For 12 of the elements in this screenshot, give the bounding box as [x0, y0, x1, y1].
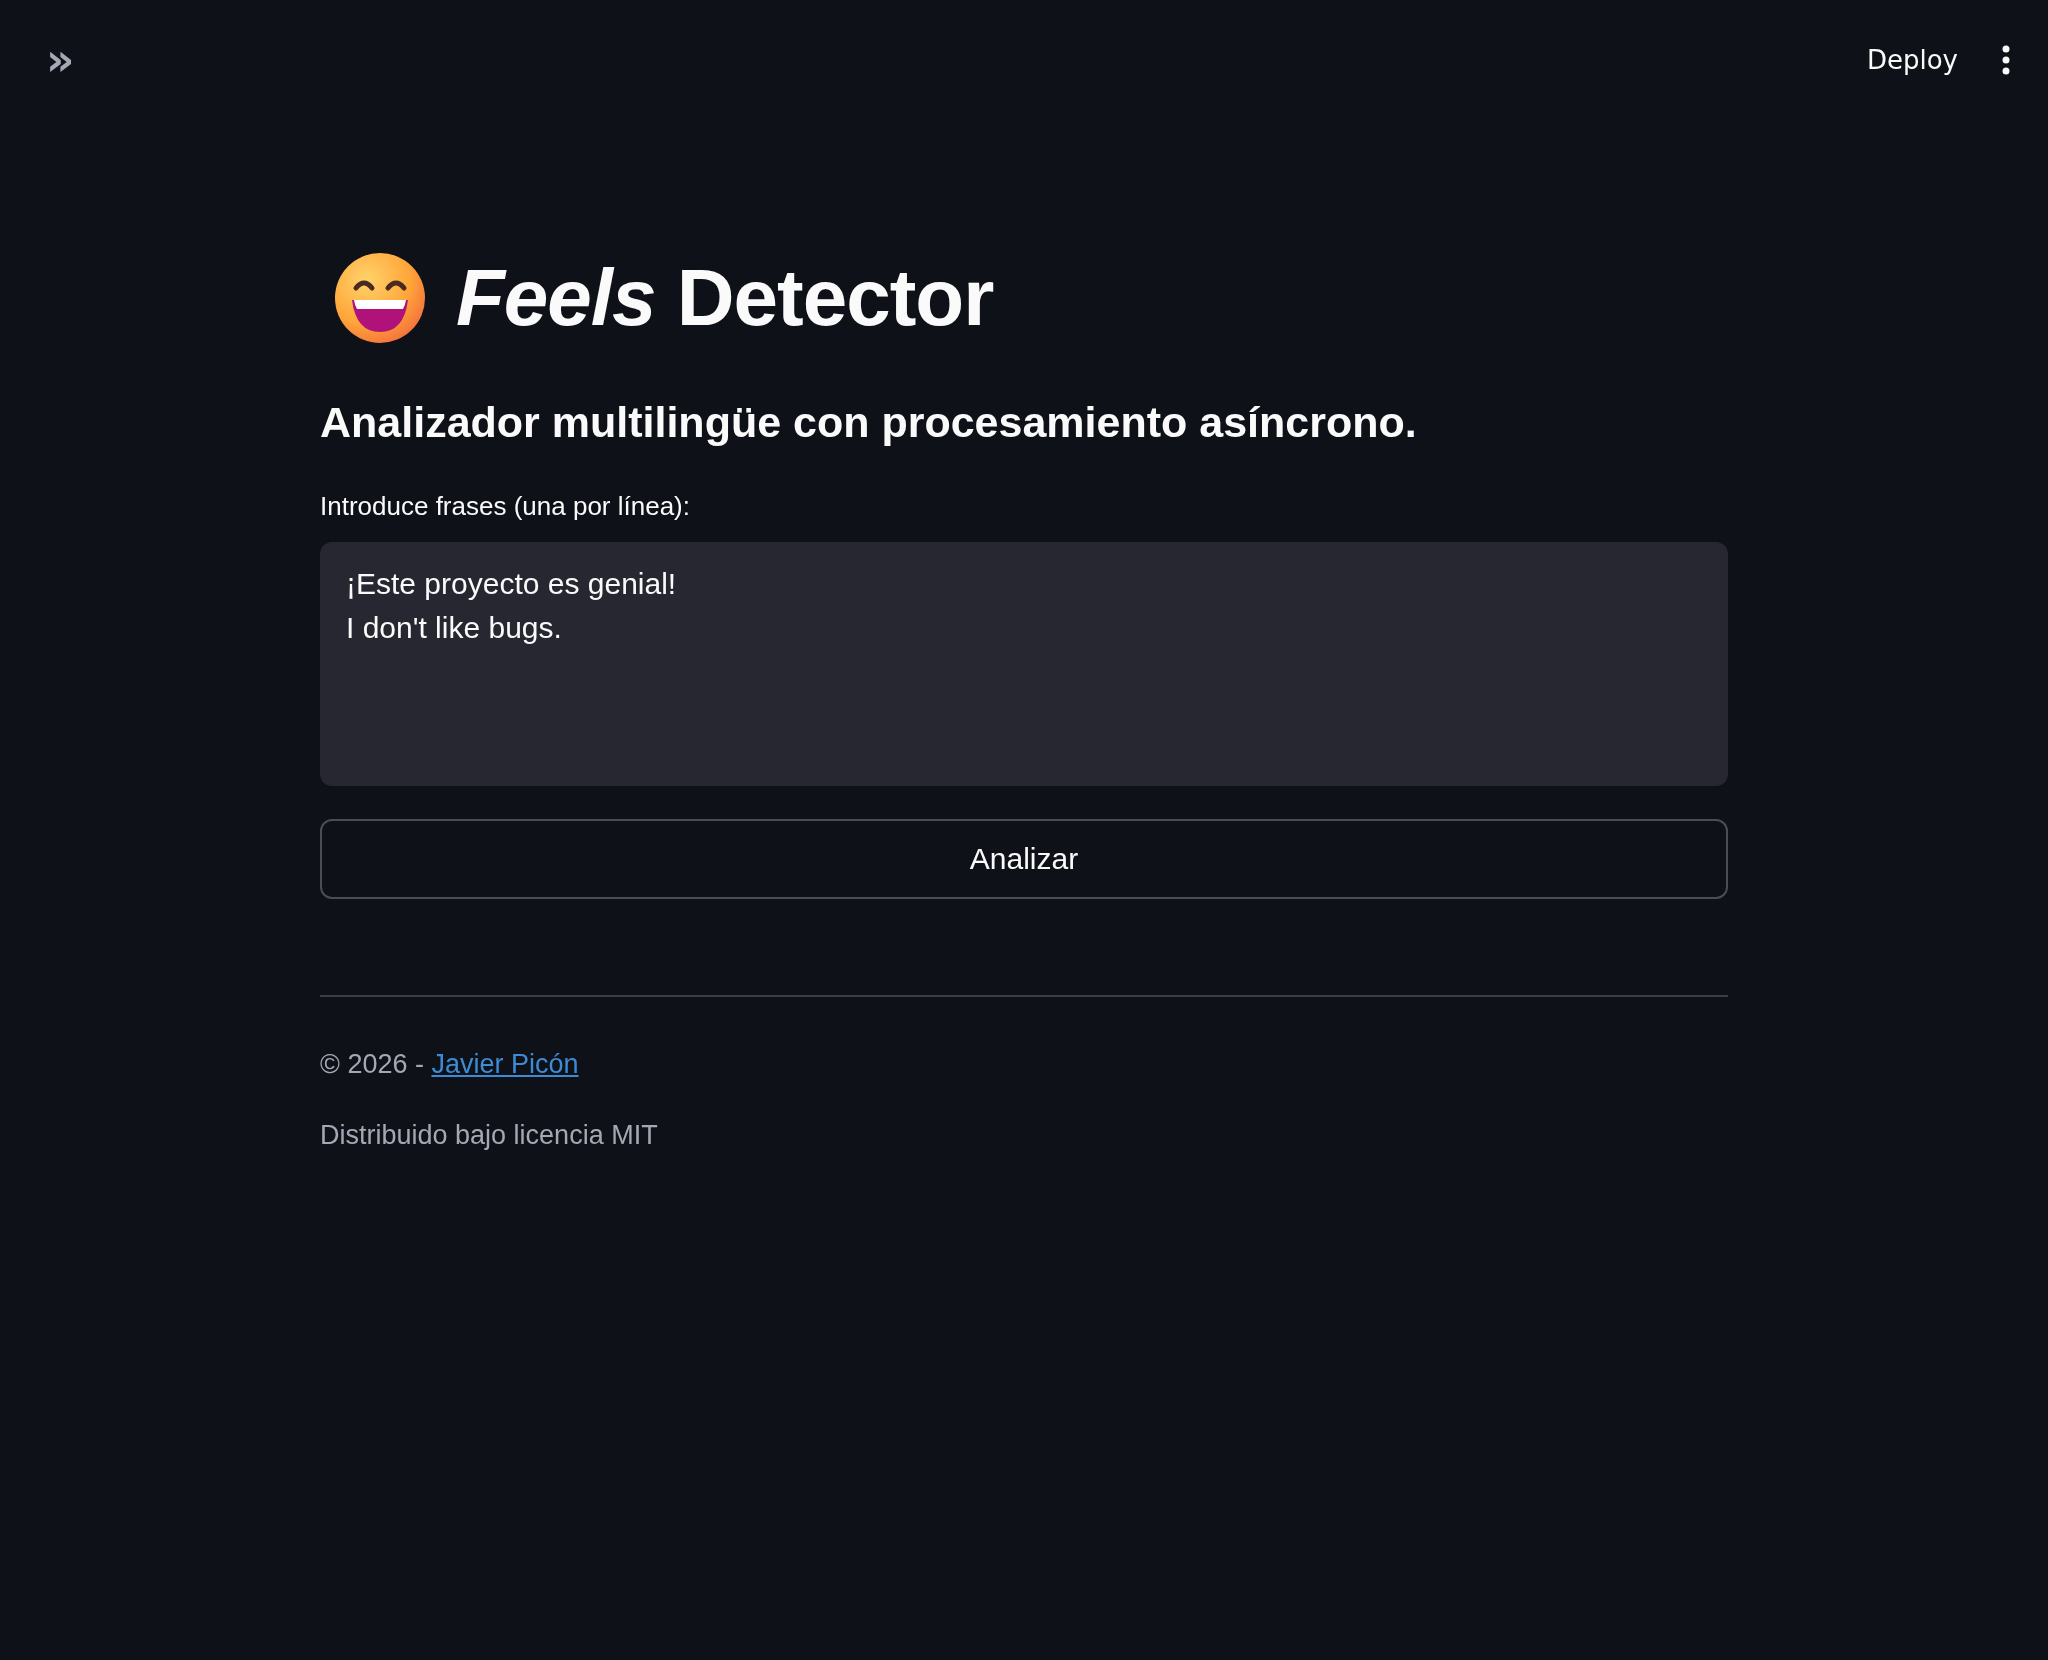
input-label: Introduce frases (una por línea): — [320, 491, 691, 522]
author-link[interactable]: Javier Picón — [431, 1049, 579, 1079]
copyright-text: © 2026 - Javier Picón — [320, 1049, 580, 1080]
grinning-emoji-icon — [334, 252, 426, 344]
subtitle: Analizador multilingüe con procesamiento asíncrono. — [320, 398, 1418, 447]
menu-icon[interactable] — [2000, 45, 2012, 75]
license-text: Distribuido bajo licencia MIT — [320, 1120, 659, 1151]
app-title: Feels Detector — [456, 252, 994, 344]
analyze-button[interactable]: Analizar — [320, 819, 1728, 899]
deploy-button[interactable]: Deploy — [1866, 39, 1958, 81]
expand-sidebar-button[interactable]: » — [46, 38, 75, 82]
input-field[interactable]: ¡Este proyecto es genial! I don't like bugs. — [320, 542, 1728, 786]
